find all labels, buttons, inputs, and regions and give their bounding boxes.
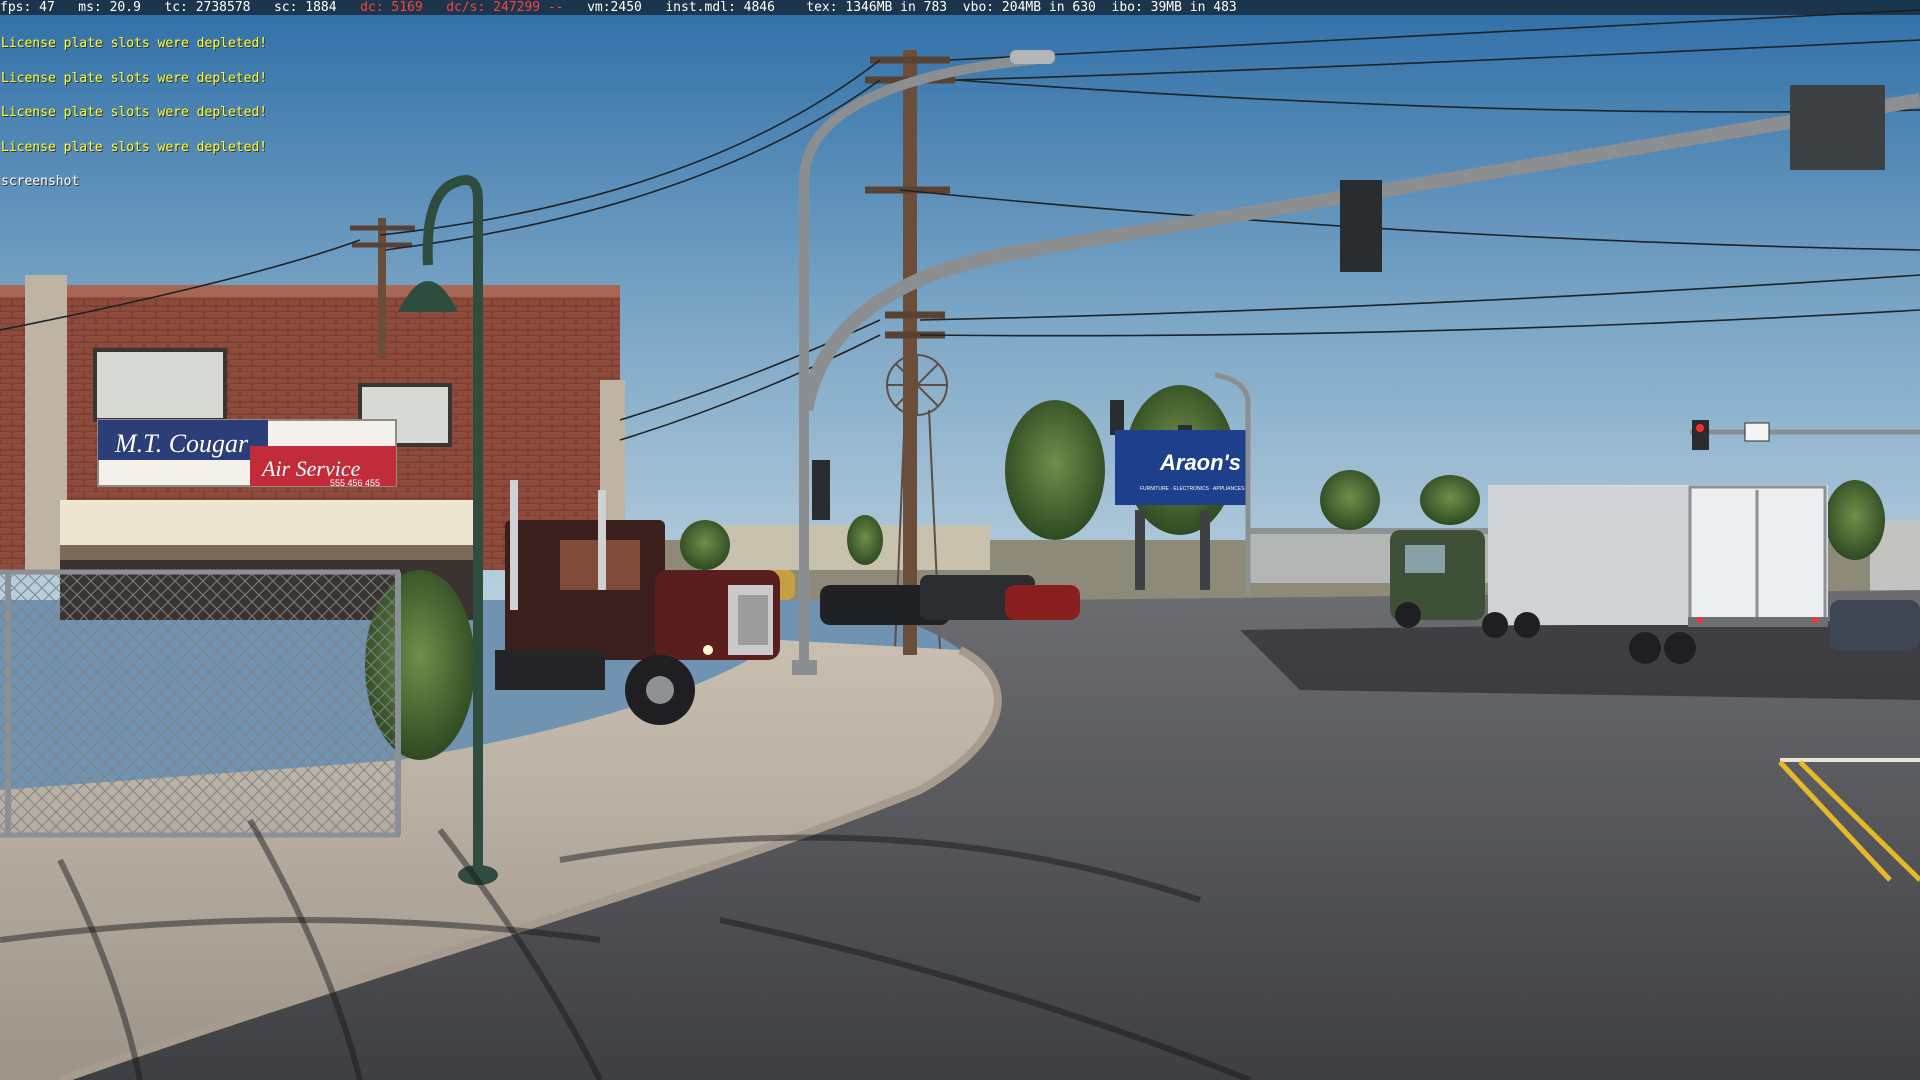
billboard-subtext: FURNITURE · ELECTRONICS · APPLIANCES (1140, 486, 1245, 492)
vm-readout: vm:2450 (587, 0, 642, 15)
awning-shadow (60, 545, 480, 560)
tree (680, 520, 730, 570)
storefront-sign: M.T. Cougar Air Service 555 456 455 (97, 419, 397, 488)
tree (1420, 475, 1480, 525)
distant-building (700, 525, 990, 570)
game-viewport: M.T. Cougar Air Service 555 456 455 Arao… (0, 0, 1920, 1080)
traffic-signal-left (812, 460, 830, 520)
game-scene: M.T. Cougar Air Service 555 456 455 Arao… (0, 0, 1920, 1080)
tc-readout: tc: 2738578 (164, 0, 251, 15)
traffic-signal-back (1340, 180, 1382, 272)
dcs-readout: dc/s: 247299 -- (446, 0, 564, 15)
fps-readout: fps: 47 (0, 0, 55, 15)
parked-car (1005, 585, 1080, 620)
dc-readout: dc: 5169 (360, 0, 423, 15)
tex-readout: tex: 1346MB in 783 (806, 0, 948, 15)
tree (1005, 400, 1105, 540)
window (93, 348, 227, 422)
ms-readout: ms: 20.9 (78, 0, 141, 15)
sign-line1: M.T. Cougar (114, 429, 249, 458)
utility-pole-left (378, 218, 386, 358)
road-shadow (1240, 620, 1920, 700)
sc-readout: sc: 1884 (273, 0, 337, 15)
tree (1825, 480, 1885, 560)
chain-link-fence (0, 570, 400, 835)
no-u-turn-sign (1744, 422, 1770, 442)
parked-car-right (1830, 600, 1920, 650)
console-warning-line: License plate slots were depleted! (1, 36, 268, 51)
billboard-text: Araon's (1159, 450, 1241, 475)
sign-phone: 555 456 455 (330, 478, 380, 488)
street-light-base (792, 660, 817, 675)
awning (60, 500, 480, 545)
vbo-readout: vbo: 204MB in 630 (962, 0, 1096, 15)
utility-pole (903, 50, 917, 655)
tree (847, 515, 883, 565)
console-warning-line: License plate slots were depleted! (1, 70, 268, 86)
ibo-readout: ibo: 39MB in 483 (1111, 0, 1237, 15)
console-warning-line: License plate slots were depleted! (1, 105, 268, 120)
tree (1320, 470, 1380, 530)
debug-stats-bar: fps: 47 ms: 20.9 tc: 2738578 sc: 1884 dc… (0, 0, 1920, 15)
street-light-head (1010, 50, 1055, 64)
building-parapet (0, 285, 620, 297)
inst-mdl-readout: inst.mdl: 4846 (665, 0, 775, 15)
traffic-signal-distant (1110, 400, 1124, 435)
street-sign-back (1790, 85, 1885, 170)
console-command-line: screenshot (1, 174, 80, 189)
console-warning-line: License plate slots were depleted! (1, 139, 268, 155)
red-light (1696, 424, 1704, 432)
console-log: License plate slots were depleted! Licen… (1, 15, 267, 211)
